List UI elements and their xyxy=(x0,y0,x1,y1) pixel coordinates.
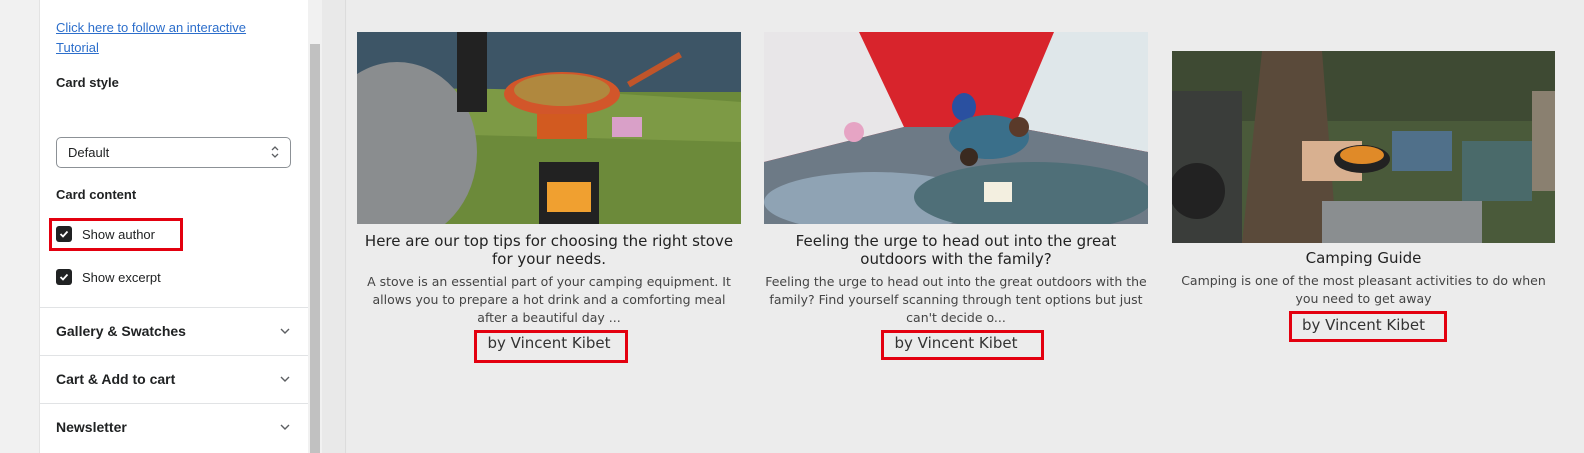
highlight-box-author xyxy=(1289,311,1447,342)
blog-card[interactable]: Here are our top tips for choosing the r… xyxy=(357,32,741,372)
highlight-box-author xyxy=(474,330,628,363)
card-title[interactable]: Feeling the urge to head out into the gr… xyxy=(764,232,1148,268)
chevron-down-icon xyxy=(280,328,290,334)
section-title: Cart & Add to cart xyxy=(56,371,176,387)
chevron-down-icon xyxy=(280,424,290,430)
card-title[interactable]: Here are our top tips for choosing the r… xyxy=(357,232,741,268)
card-image-camp-cooking[interactable] xyxy=(1172,51,1555,243)
card-style-value: Default xyxy=(68,145,110,160)
card-excerpt: Feeling the urge to head out into the gr… xyxy=(765,274,1147,325)
highlight-box-author xyxy=(881,330,1044,360)
highlight-box-show-author xyxy=(49,218,183,251)
card-content-label: Card content xyxy=(56,187,137,202)
card-style-label: Card style xyxy=(56,75,119,90)
card-excerpt: Camping is one of the most pleasant acti… xyxy=(1181,273,1546,306)
settings-panel: Click here to follow an interactive Tuto… xyxy=(40,0,308,453)
scrollbar-thumb[interactable] xyxy=(310,44,320,453)
section-title: Gallery & Swatches xyxy=(56,323,186,339)
card-image-tent[interactable] xyxy=(764,32,1148,224)
section-cart-add-to-cart[interactable]: Cart & Add to cart xyxy=(40,355,308,403)
card-style-select[interactable]: Default xyxy=(56,137,291,168)
preview-area: Here are our top tips for choosing the r… xyxy=(347,0,1584,453)
tutorial-link[interactable]: Click here to follow an interactive Tuto… xyxy=(56,18,286,58)
blog-card[interactable]: Feeling the urge to head out into the gr… xyxy=(764,32,1148,372)
card-image-stove[interactable] xyxy=(357,32,741,224)
panel-scrollbar[interactable] xyxy=(308,0,322,453)
checkmark-icon xyxy=(59,273,69,281)
chevron-up-down-icon xyxy=(271,146,279,158)
section-gallery-swatches[interactable]: Gallery & Swatches xyxy=(40,307,308,355)
card-title[interactable]: Camping Guide xyxy=(1172,249,1555,267)
chevron-down-icon xyxy=(280,376,290,382)
show-excerpt-option[interactable]: Show excerpt xyxy=(56,267,161,287)
blog-card[interactable]: Camping Guide Camping is one of the most… xyxy=(1172,51,1555,351)
editor-side-strip xyxy=(0,0,40,453)
section-newsletter[interactable]: Newsletter xyxy=(40,403,308,451)
preview-gutter xyxy=(322,0,346,453)
card-excerpt: A stove is an essential part of your cam… xyxy=(367,274,731,325)
show-excerpt-checkbox[interactable] xyxy=(56,269,72,285)
section-title: Newsletter xyxy=(56,419,127,435)
show-excerpt-label: Show excerpt xyxy=(82,269,161,285)
theme-editor: Click here to follow an interactive Tuto… xyxy=(0,0,1584,453)
